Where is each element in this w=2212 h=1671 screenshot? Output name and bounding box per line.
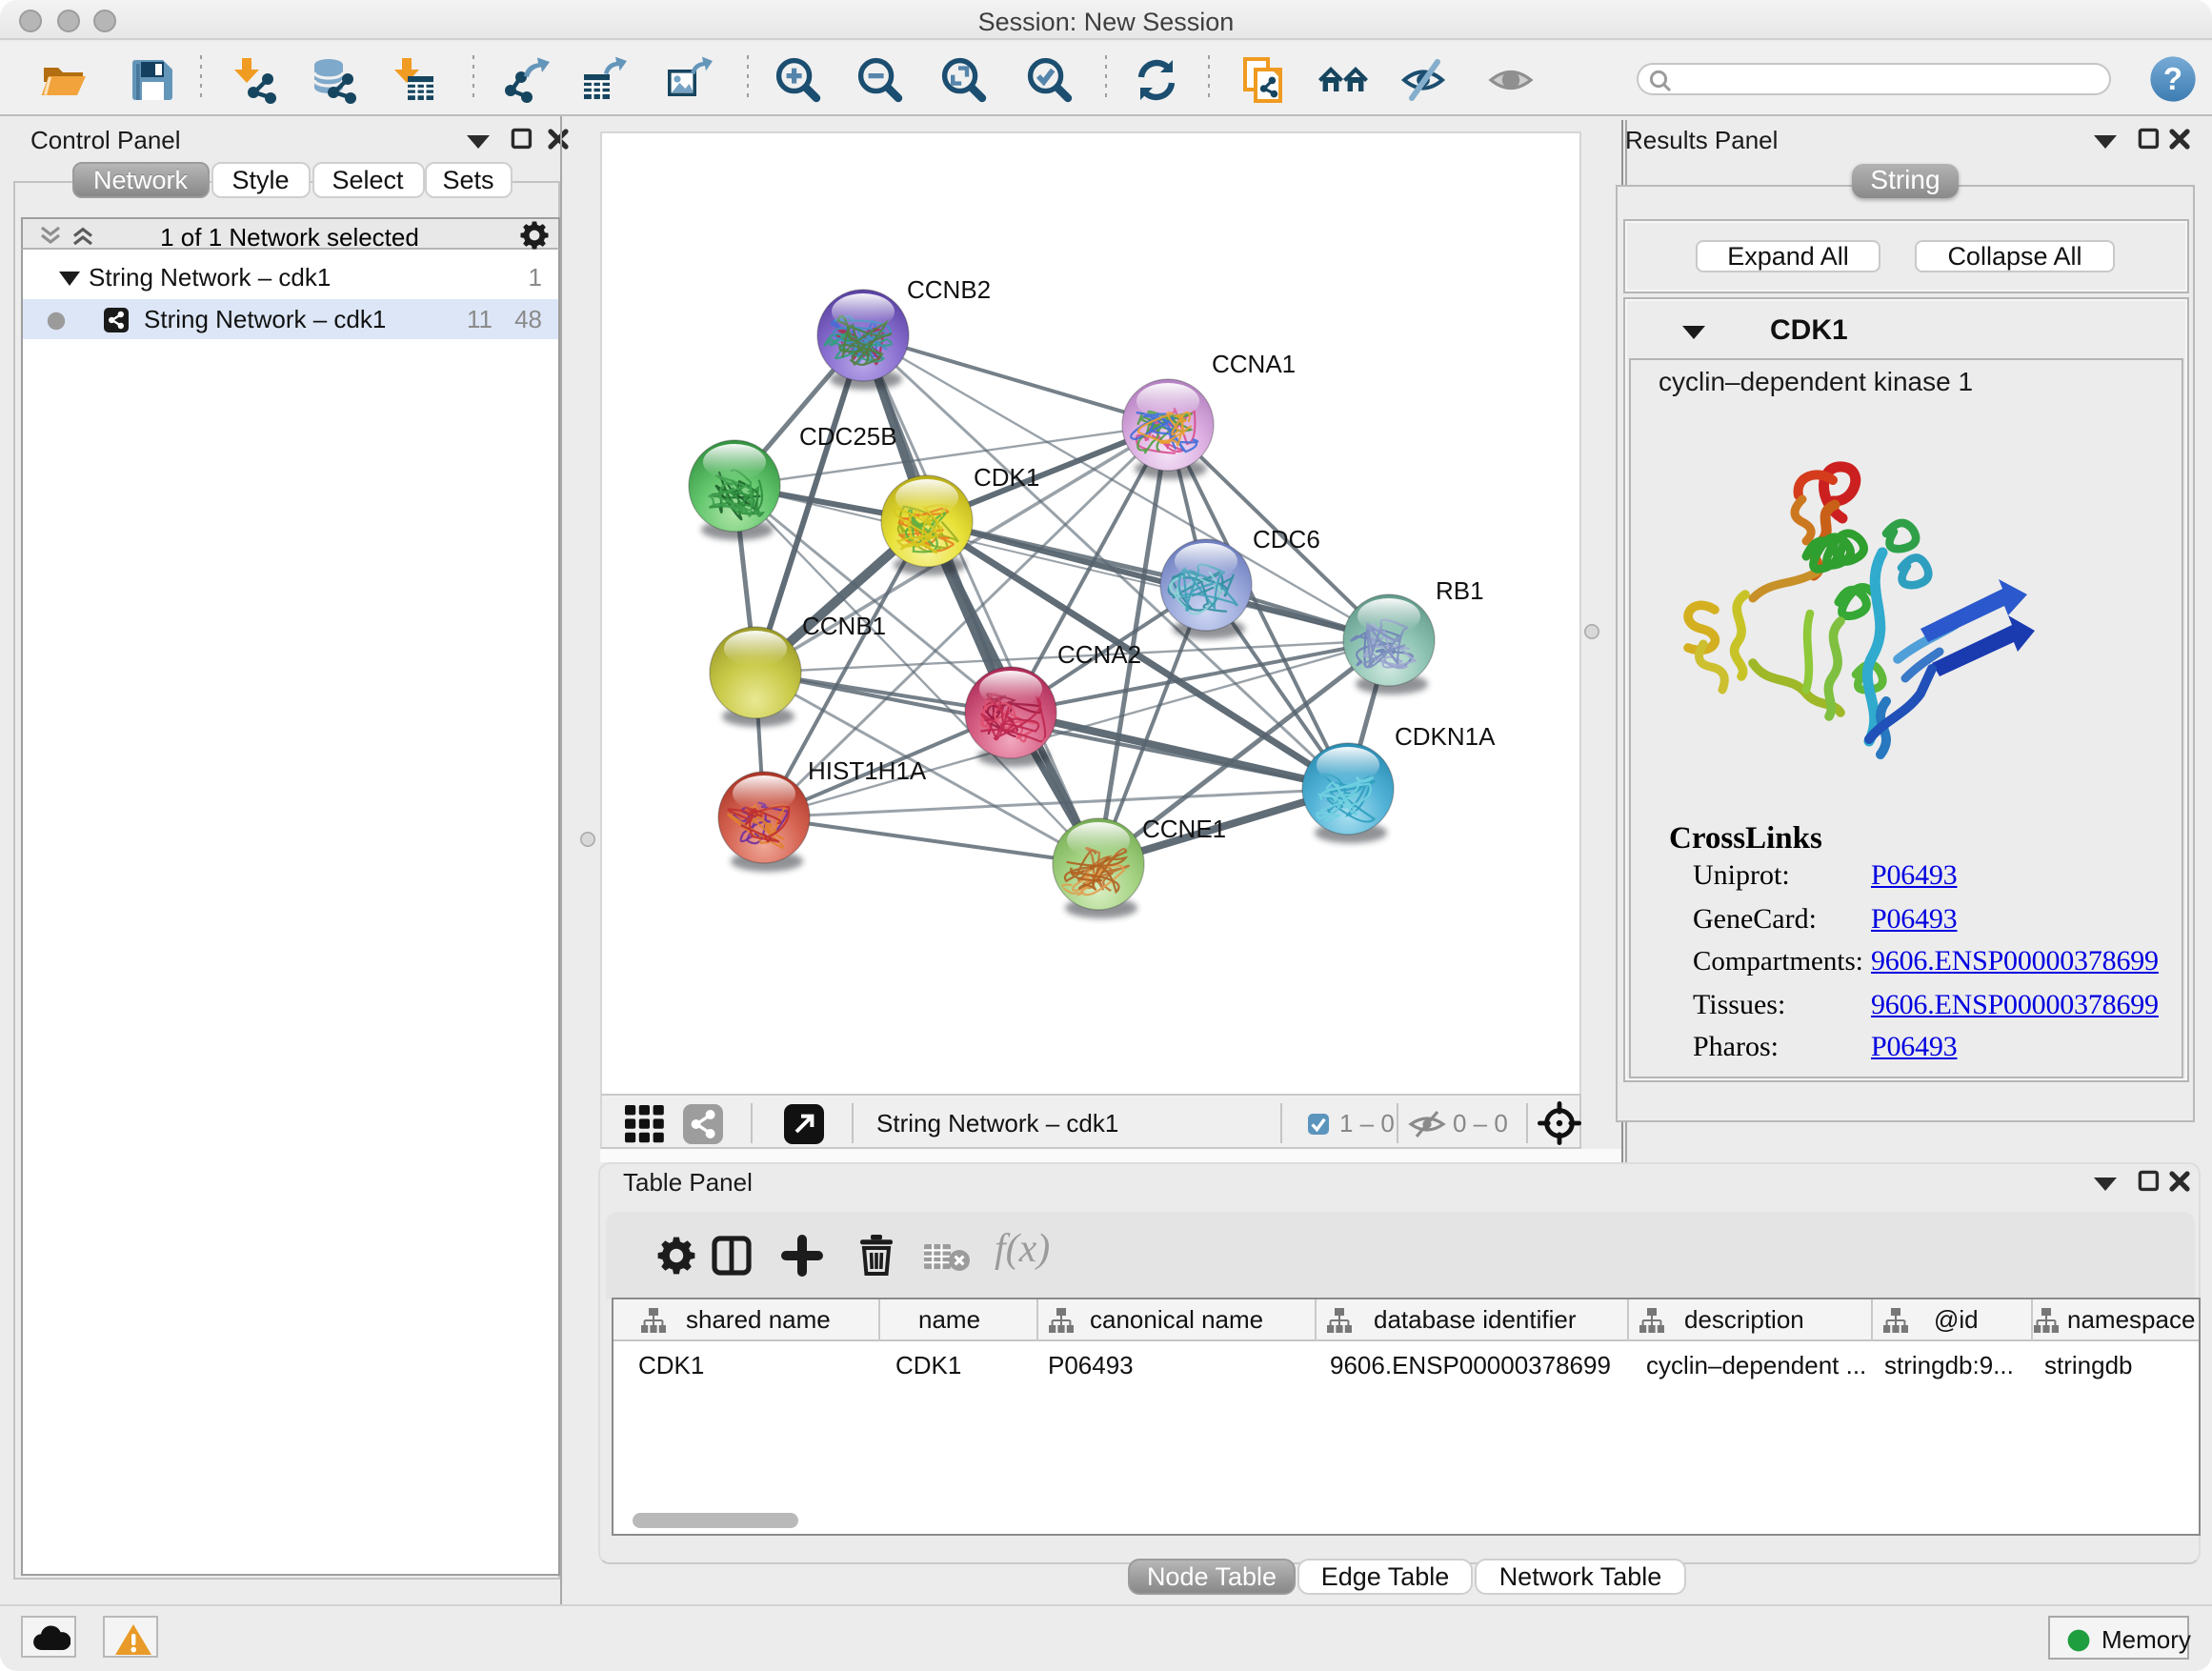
svg-text:CCNA2: CCNA2 xyxy=(1057,640,1141,669)
svg-text:CCNA1: CCNA1 xyxy=(1212,350,1296,378)
svg-text:CCNE1: CCNE1 xyxy=(1142,815,1226,843)
svg-text:CDKN1A: CDKN1A xyxy=(1395,722,1496,751)
svg-text:CDC6: CDC6 xyxy=(1253,525,1320,554)
svg-text:CCNB2: CCNB2 xyxy=(907,275,991,304)
svg-text:CDC25B: CDC25B xyxy=(799,422,897,451)
svg-text:?: ? xyxy=(2163,61,2182,96)
svg-text:CDK1: CDK1 xyxy=(974,463,1039,492)
svg-text:HIST1H1A: HIST1H1A xyxy=(808,756,927,785)
svg-text:RB1: RB1 xyxy=(1436,576,1484,605)
svg-text:CCNB1: CCNB1 xyxy=(802,612,886,640)
